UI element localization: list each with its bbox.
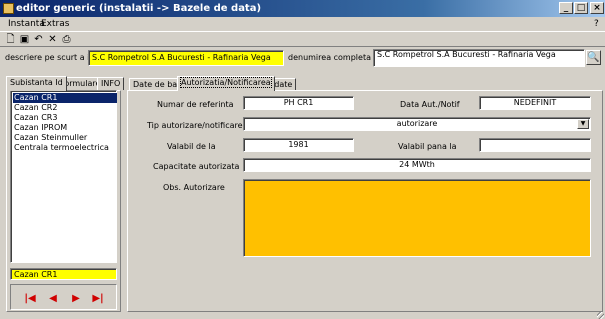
app-icon bbox=[3, 3, 14, 14]
tab-info[interactable]: INFO bbox=[97, 77, 125, 90]
menu-help[interactable]: ? bbox=[594, 17, 599, 31]
maximize-button[interactable]: □ bbox=[574, 2, 588, 14]
capacity-label: Capacitate autorizata bbox=[153, 162, 240, 171]
prev-record-button[interactable]: ◀ bbox=[46, 293, 60, 305]
status-bar bbox=[0, 312, 605, 319]
title-bar: editor generic (instalatii -> Bazele de … bbox=[0, 0, 605, 17]
list-item[interactable]: Cazan CR2 bbox=[13, 103, 117, 113]
save-icon[interactable]: ▣ bbox=[18, 33, 31, 46]
ref-label: Numar de referinta bbox=[157, 100, 234, 109]
menu-instanta[interactable]: Instanta bbox=[8, 17, 45, 31]
obs-label: Obs. Autorizare bbox=[163, 183, 225, 192]
close-button[interactable]: × bbox=[590, 2, 604, 14]
valid-to-field[interactable] bbox=[479, 138, 591, 152]
record-navigator: |◀ ◀ ▶ ▶| bbox=[10, 284, 117, 310]
minimize-button[interactable]: _ bbox=[559, 2, 573, 14]
window-title: editor generic (instalatii -> Bazele de … bbox=[16, 3, 262, 14]
valid-to-label: Valabil pana la bbox=[398, 142, 457, 151]
tab-subistanta-id[interactable]: Subistanta Id bbox=[6, 76, 67, 91]
list-item[interactable]: Cazan IPROM bbox=[13, 123, 117, 133]
type-label: Tip autorizare/notificarea bbox=[147, 121, 248, 130]
chevron-down-icon[interactable]: ▼ bbox=[577, 119, 589, 129]
type-value: autorizare bbox=[396, 119, 438, 128]
resize-grip[interactable] bbox=[597, 312, 604, 319]
lookup-icon[interactable]: 🔍 bbox=[586, 50, 601, 65]
list-item[interactable]: Cazan CR1 bbox=[13, 93, 117, 103]
delete-icon[interactable]: ✕ bbox=[46, 33, 59, 46]
next-record-button[interactable]: ▶ bbox=[69, 293, 83, 305]
list-item[interactable]: Cazan CR3 bbox=[13, 113, 117, 123]
type-dropdown[interactable]: autorizare ▼ bbox=[243, 117, 591, 131]
toolbar: 🗋 ▣ ↶ ✕ ⎙ bbox=[0, 31, 605, 47]
short-desc-field[interactable]: S.C Rompetrol S.A Bucuresti - Rafinaria … bbox=[88, 50, 284, 66]
full-name-field[interactable]: S.C Rompetrol S.A Bucuresti - Rafinaria … bbox=[373, 49, 585, 67]
date-field[interactable]: NEDEFINIT bbox=[479, 96, 591, 110]
last-record-button[interactable]: ▶| bbox=[91, 293, 105, 305]
print-icon[interactable]: ⎙ bbox=[60, 33, 73, 46]
date-label: Data Aut./Notif bbox=[400, 100, 460, 109]
list-item[interactable]: Cazan Steinmuller bbox=[13, 133, 117, 143]
valid-from-label: Valabil de la bbox=[167, 142, 216, 151]
item-listbox[interactable]: Cazan CR1 Cazan CR2 Cazan CR3 Cazan IPRO… bbox=[10, 90, 117, 263]
new-icon[interactable]: 🗋 bbox=[4, 33, 17, 46]
tab-autorizatia[interactable]: Autorizatia/Notificarea bbox=[177, 76, 275, 91]
list-item[interactable]: Centrala termoelectrica bbox=[13, 143, 117, 153]
valid-from-field[interactable]: 1981 bbox=[243, 138, 354, 152]
selected-item-field[interactable]: Cazan CR1 bbox=[10, 268, 117, 280]
obs-textarea[interactable] bbox=[243, 179, 591, 257]
first-record-button[interactable]: |◀ bbox=[23, 293, 37, 305]
undo-icon[interactable]: ↶ bbox=[32, 33, 45, 46]
ref-field[interactable]: PH CR1 bbox=[243, 96, 354, 110]
menu-bar: Instanta Extras ? bbox=[0, 17, 605, 31]
menu-extras[interactable]: Extras bbox=[41, 17, 69, 31]
capacity-field[interactable]: 24 MWth bbox=[243, 158, 591, 172]
